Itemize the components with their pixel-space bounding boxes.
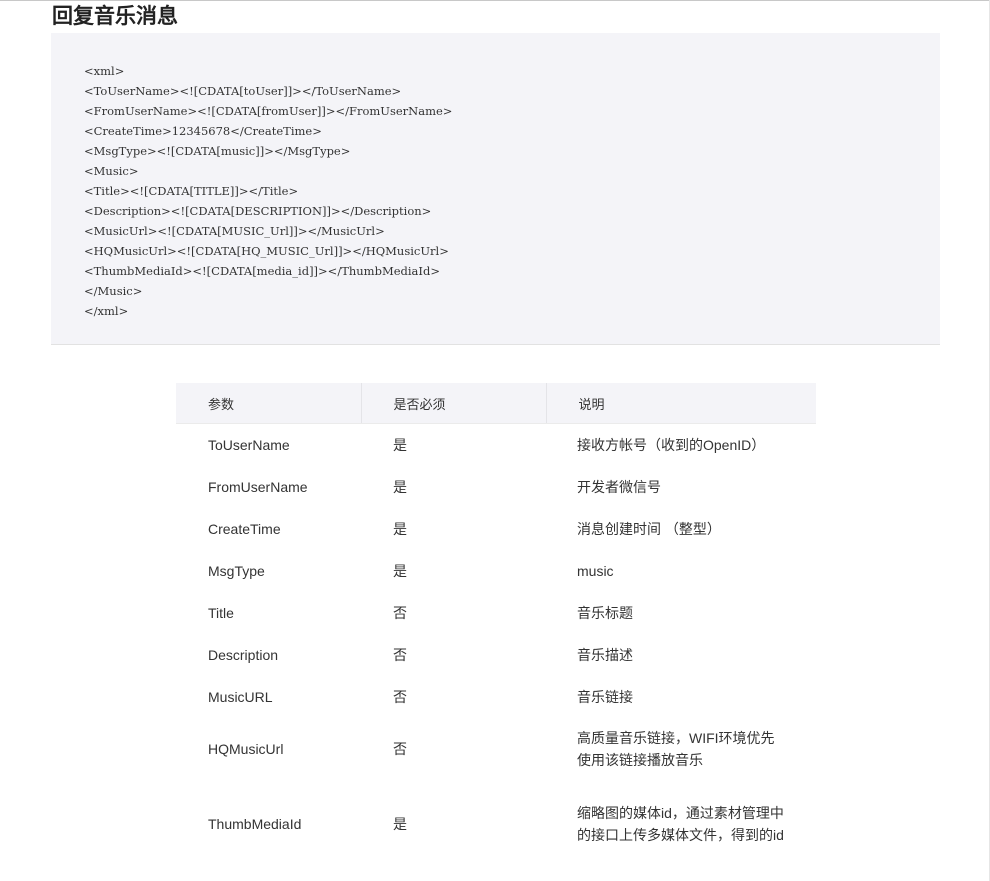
table-row: MusicURL 否 音乐链接	[176, 676, 816, 718]
code-line: <MsgType><![CDATA[music]]></MsgType>	[84, 144, 351, 158]
top-divider	[0, 0, 990, 1]
param-name: MsgType	[208, 562, 265, 579]
param-description: 音乐标题	[577, 604, 633, 621]
param-required: 否	[393, 604, 407, 621]
table-row: Title 否 音乐标题	[176, 592, 816, 634]
param-name: MusicURL	[208, 688, 273, 705]
code-line: <Title><![CDATA[TITLE]]></Title>	[84, 184, 299, 198]
param-description: 高质量音乐链接，WIFI环境优先使用该链接播放音乐	[577, 729, 775, 768]
param-description: 开发者微信号	[577, 478, 661, 495]
param-required: 是	[393, 562, 407, 579]
table-row: ToUserName 是 接收方帐号（收到的OpenID）	[176, 424, 816, 466]
code-line: </Music>	[84, 284, 143, 298]
code-line: <ToUserName><![CDATA[toUser]]></ToUserNa…	[84, 84, 402, 98]
header-required: 是否必须	[360, 383, 546, 424]
param-name: HQMusicUrl	[208, 740, 284, 757]
param-name: ThumbMediaId	[208, 815, 302, 832]
table-row: HQMusicUrl 否 高质量音乐链接，WIFI环境优先使用该链接播放音乐	[176, 718, 816, 780]
code-line: <FromUserName><![CDATA[fromUser]]></From…	[84, 104, 453, 118]
parameter-table: 参数 是否必须 说明 ToUserName 是 接收方帐号（收到的OpenID）…	[176, 383, 816, 868]
header-param: 参数	[176, 383, 361, 424]
table-row: Description 否 音乐描述	[176, 634, 816, 676]
page-title: 回复音乐消息	[52, 5, 178, 28]
param-required: 否	[393, 646, 407, 663]
param-description: 接收方帐号（收到的OpenID）	[577, 436, 766, 453]
param-name: Title	[208, 604, 234, 621]
table-row: CreateTime 是 消息创建时间 （整型）	[176, 508, 816, 550]
xml-code-block: <xml> <ToUserName><![CDATA[toUser]]></To…	[51, 33, 940, 345]
code-line: <Description><![CDATA[DESCRIPTION]]></De…	[84, 204, 432, 218]
code-line: <xml>	[84, 64, 125, 78]
param-description: 音乐描述	[577, 646, 633, 663]
table-row: ThumbMediaId 是 缩略图的媒体id，通过素材管理中的接口上传多媒体文…	[176, 780, 816, 868]
code-line: <HQMusicUrl><![CDATA[HQ_MUSIC_Url]]></HQ…	[84, 244, 449, 258]
code-line: <ThumbMediaId><![CDATA[media_id]]></Thum…	[84, 264, 440, 278]
param-required: 是	[393, 478, 407, 495]
param-required: 是	[393, 436, 407, 453]
code-line: </xml>	[84, 304, 129, 318]
param-name: CreateTime	[208, 520, 281, 537]
param-description: music	[577, 562, 614, 579]
code-line: <MusicUrl><![CDATA[MUSIC_Url]]></MusicUr…	[84, 224, 385, 238]
param-description: 音乐链接	[577, 688, 633, 705]
header-description: 说明	[545, 383, 816, 424]
table-row: MsgType 是 music	[176, 550, 816, 592]
param-required: 否	[393, 688, 407, 705]
param-name: FromUserName	[208, 478, 308, 495]
param-name: ToUserName	[208, 436, 290, 453]
code-line: <Music>	[84, 164, 139, 178]
param-description: 消息创建时间 （整型）	[577, 520, 721, 537]
param-required: 是	[393, 815, 407, 832]
table-header-row: 参数 是否必须 说明	[176, 383, 816, 424]
param-required: 是	[393, 520, 407, 537]
table-row: FromUserName 是 开发者微信号	[176, 466, 816, 508]
param-description: 缩略图的媒体id，通过素材管理中的接口上传多媒体文件，得到的id	[577, 804, 784, 843]
param-name: Description	[208, 646, 279, 663]
code-line: <CreateTime>12345678</CreateTime>	[84, 124, 322, 138]
param-required: 否	[393, 740, 407, 757]
